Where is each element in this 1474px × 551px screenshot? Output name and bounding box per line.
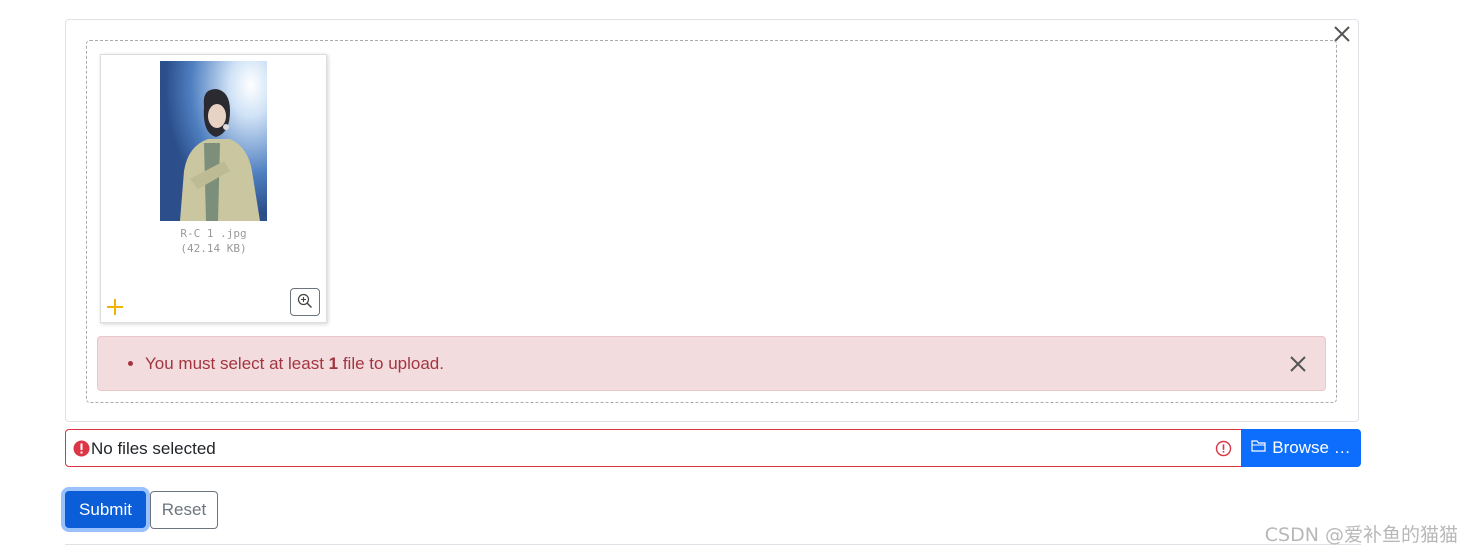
close-icon[interactable] bbox=[1287, 353, 1309, 375]
exclamation-circle-outline-icon bbox=[1215, 440, 1232, 457]
zoom-button[interactable] bbox=[290, 288, 320, 316]
divider bbox=[65, 544, 1361, 545]
file-preview-frame: R-C 1 .jpg (42.14 KB) bbox=[100, 54, 327, 323]
file-preview-panel: R-C 1 .jpg (42.14 KB) • You must select … bbox=[65, 19, 1359, 422]
file-caption-field[interactable]: No files selected bbox=[65, 429, 1242, 467]
submit-button[interactable]: Submit bbox=[65, 491, 146, 528]
min-file-count: 1 bbox=[328, 354, 339, 373]
browse-button[interactable]: Browse … bbox=[1241, 429, 1361, 467]
watermark: CSDN @爱补鱼的猫猫 bbox=[1264, 524, 1458, 546]
file-input-group: No files selected Browse … bbox=[65, 429, 1361, 467]
file-name: R-C 1 .jpg bbox=[180, 227, 247, 240]
validation-alert: You must select at least 1 file to uploa… bbox=[97, 336, 1326, 391]
browse-label: Browse … bbox=[1272, 438, 1351, 457]
zoom-in-icon bbox=[297, 293, 313, 312]
file-caption-text: No files selected bbox=[91, 439, 216, 458]
plus-move-icon[interactable] bbox=[106, 298, 124, 316]
reset-button[interactable]: Reset bbox=[150, 491, 218, 529]
alert-message: You must select at least 1 file to uploa… bbox=[145, 337, 1325, 390]
exclamation-circle-icon bbox=[73, 440, 90, 457]
drop-zone[interactable]: R-C 1 .jpg (42.14 KB) • You must select … bbox=[86, 40, 1337, 403]
image-thumbnail bbox=[160, 61, 267, 221]
file-size: (42.14 KB) bbox=[180, 242, 247, 255]
page: R-C 1 .jpg (42.14 KB) • You must select … bbox=[0, 0, 1474, 551]
folder-open-icon bbox=[1251, 438, 1267, 458]
